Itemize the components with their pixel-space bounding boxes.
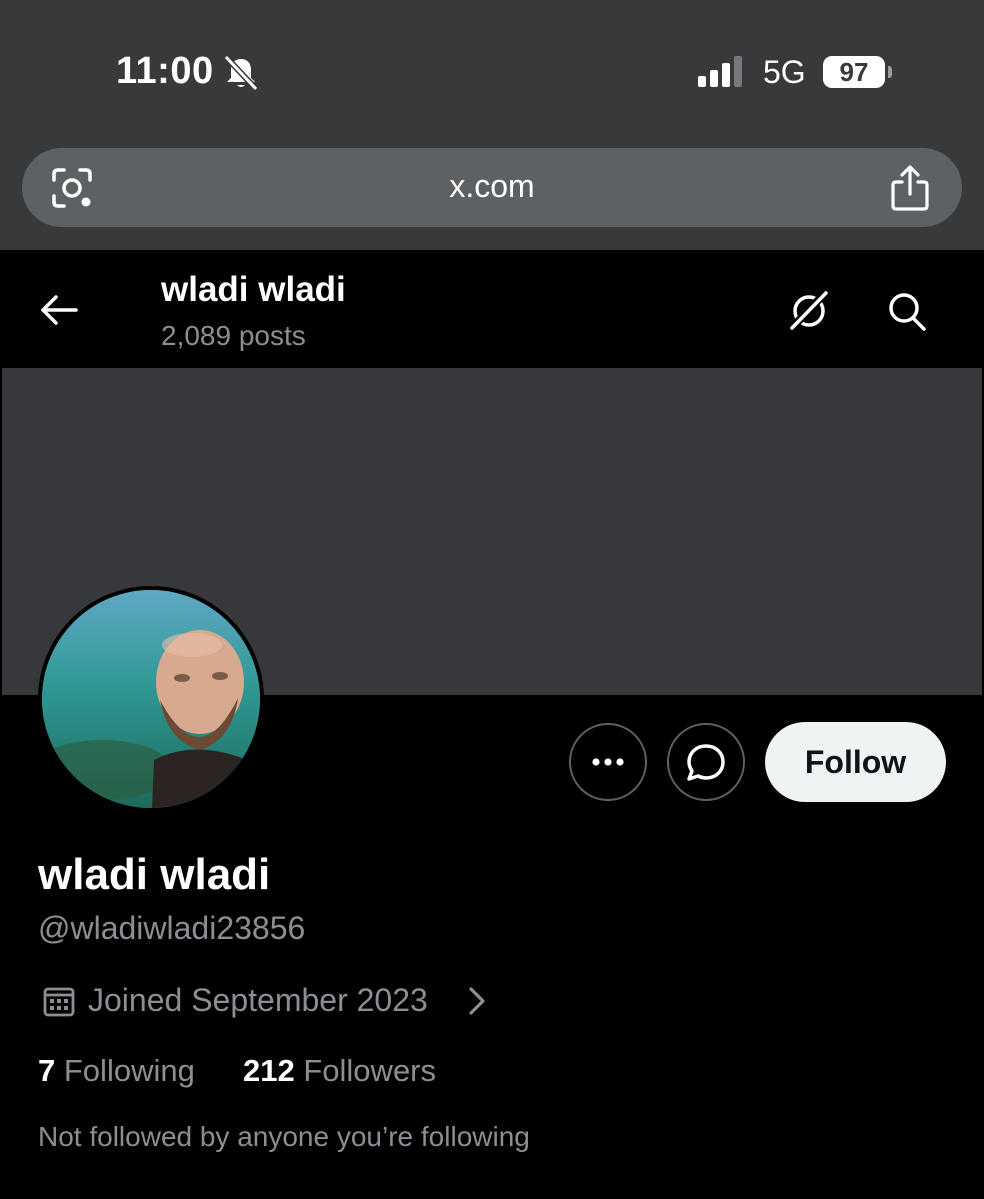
followers-count: 212: [243, 1053, 295, 1088]
header-post-count: 2,089 posts: [161, 320, 306, 351]
back-arrow-icon[interactable]: [36, 290, 82, 330]
grok-icon[interactable]: [784, 288, 834, 334]
address-bar[interactable]: x.com: [22, 148, 962, 227]
profile-display-name: wladi wladi: [38, 850, 271, 899]
more-icon: [592, 758, 624, 766]
follow-button[interactable]: Follow: [765, 722, 946, 802]
avatar-photo: [42, 590, 260, 808]
followers-stat[interactable]: 212 Followers: [243, 1053, 436, 1089]
share-icon[interactable]: [888, 164, 932, 212]
battery-tip: [888, 66, 892, 78]
search-icon[interactable]: [882, 288, 932, 334]
status-bar: 11:00 5G 97: [0, 0, 984, 138]
profile-top-bar: wladi wladi 2,089 posts: [0, 250, 984, 368]
calendar-icon: [43, 987, 75, 1017]
message-button[interactable]: [667, 723, 745, 801]
more-options-button[interactable]: [569, 723, 647, 801]
profile-handle: @wladiwladi23856: [38, 910, 306, 946]
avatar[interactable]: [38, 586, 264, 812]
followers-label: Followers: [303, 1053, 437, 1088]
url-text[interactable]: x.com: [22, 148, 962, 227]
joined-date[interactable]: Joined September 2023: [88, 982, 428, 1019]
mutuals-note: Not followed by anyone you’re following: [38, 1121, 530, 1152]
network-label: 5G: [763, 54, 806, 90]
browser-bar: x.com: [0, 138, 984, 250]
following-count: 7: [38, 1053, 56, 1088]
bell-off-icon: [223, 54, 259, 92]
header-display-name: wladi wladi: [161, 270, 346, 309]
following-label: Following: [63, 1053, 195, 1088]
following-stat[interactable]: 7 Following: [38, 1053, 195, 1089]
message-icon: [687, 744, 725, 781]
chevron-right-icon[interactable]: [466, 986, 488, 1016]
battery-level: 97: [823, 56, 885, 88]
camera-search-icon[interactable]: [50, 166, 94, 210]
status-time: 11:00: [116, 50, 214, 92]
signal-icon: [698, 56, 742, 87]
